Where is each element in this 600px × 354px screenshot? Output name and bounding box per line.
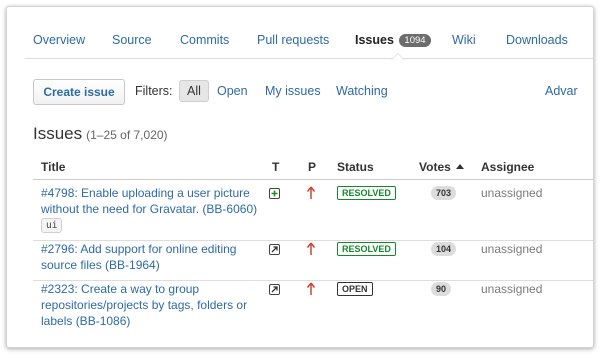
column-status-header[interactable]: Status [337, 160, 374, 174]
issue-title-link[interactable]: #4798: Enable uploading a user picture w… [41, 185, 259, 233]
votes-count: 104 [431, 242, 457, 256]
tab-commits[interactable]: Commits [180, 22, 229, 59]
tab-downloads[interactable]: Downloads [506, 22, 568, 59]
page-title-text: Issues [33, 124, 83, 143]
tab-wiki[interactable]: Wiki [452, 22, 476, 59]
filter-my-issues[interactable]: My issues [265, 84, 321, 98]
sort-ascending-icon [455, 164, 464, 169]
issues-count-badge: 1094 [399, 34, 431, 47]
filters-label: Filters: [135, 84, 173, 98]
arrow-up-icon [306, 186, 316, 199]
create-issue-button[interactable]: Create issue [33, 79, 125, 105]
filter-open[interactable]: Open [217, 84, 248, 98]
issues-page: Overview Source Commits Pull requests Is… [6, 6, 594, 348]
column-assignee-header[interactable]: Assignee [481, 160, 534, 174]
repo-tabs: Overview Source Commits Pull requests Is… [25, 22, 593, 60]
column-votes-header[interactable]: Votes [419, 160, 464, 174]
column-title-header[interactable]: Title [41, 160, 65, 174]
column-priority-header[interactable]: P [308, 160, 316, 174]
status-badge: OPEN [337, 282, 373, 296]
issue-title-link[interactable]: #2796: Add support for online editing so… [41, 241, 259, 273]
result-range: (1–25 of 7,020) [86, 128, 168, 142]
external-arrow-icon [269, 244, 280, 255]
assignee-value: unassigned [481, 186, 543, 200]
assignee-value: unassigned [481, 242, 543, 256]
column-type-header[interactable]: T [272, 160, 279, 174]
issue-title-link[interactable]: #2323: Create a way to group repositorie… [41, 281, 259, 329]
tab-overview[interactable]: Overview [33, 22, 85, 59]
issue-title-text: #2796: Add support for online editing so… [41, 242, 237, 272]
status-badge: RESOLVED [337, 242, 396, 256]
table-header-divider [33, 179, 593, 180]
votes-count: 703 [431, 186, 457, 200]
external-arrow-icon [269, 284, 280, 295]
active-tab-caret [391, 53, 405, 60]
arrow-up-icon [306, 242, 316, 255]
issue-title-text: #4798: Enable uploading a user picture w… [41, 186, 258, 216]
component-tag[interactable]: ui [41, 218, 63, 233]
votes-count: 90 [431, 282, 452, 296]
plus-square-icon [269, 188, 280, 199]
arrow-up-icon [306, 282, 316, 295]
advanced-search-link[interactable]: Advar [545, 84, 578, 98]
filter-all[interactable]: All [179, 80, 209, 102]
tab-source[interactable]: Source [112, 22, 152, 59]
issue-title-text: #2323: Create a way to group repositorie… [41, 282, 248, 328]
tab-pull-requests[interactable]: Pull requests [257, 22, 329, 59]
page-title: Issues (1–25 of 7,020) [33, 124, 168, 144]
column-votes-label: Votes [419, 160, 451, 174]
tab-issues-label: Issues [355, 33, 394, 47]
tab-issues[interactable]: Issues 1094 [355, 22, 431, 60]
filter-watching[interactable]: Watching [336, 84, 388, 98]
assignee-value: unassigned [481, 282, 543, 296]
status-badge: RESOLVED [337, 186, 396, 200]
